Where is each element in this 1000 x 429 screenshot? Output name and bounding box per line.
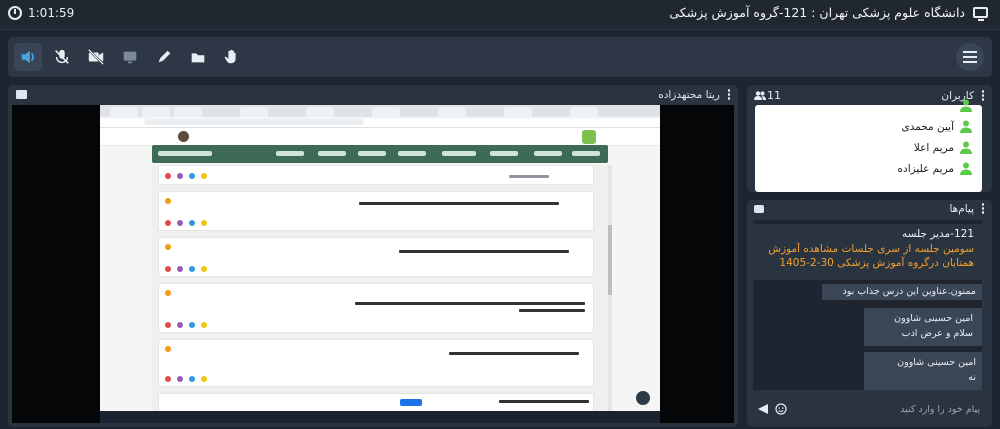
list-item[interactable] [755,95,982,116]
video-panel-header: ریتا مجتهدزاده [8,85,738,105]
video-options-icon[interactable] [726,89,732,101]
session-timer: 1:01:59 [8,6,74,20]
screen-icon [16,90,27,99]
presenter-name: ریتا مجتهدزاده [658,89,720,101]
list-item: ممنون.عناوین این درس جذاب بود [822,284,982,300]
messages-header: پیام‌ها [747,200,992,218]
monitor-icon [973,7,988,21]
message-text: نه [968,372,976,383]
speaker-icon [21,50,34,64]
avatar [178,130,189,142]
user-list: آیین محمدی مریم اعلا مریم علیزاده [755,99,982,192]
emoji-icon[interactable] [775,403,787,415]
site-header [100,127,660,146]
app-title: دانشگاه علوم پزشکی تهران : 121-گروه آموز… [669,5,965,20]
raise-hand-icon [224,49,236,64]
page-scrollbar[interactable] [608,165,612,423]
list-item: امین حسینی شاوون سلام و عرض ادب [864,308,982,346]
hamburger-icon [963,51,977,63]
chat-icon [754,205,764,213]
toolbar [8,37,992,77]
message-sender: 121-مدیر جلسه [902,228,974,240]
list-item: امین حسینی شاوون نه [864,352,982,390]
pen-icon [158,50,171,63]
message-composer [753,397,984,421]
send-icon[interactable] [757,403,769,415]
user-name: مریم علیزاده [897,162,954,175]
mic-button[interactable] [48,43,76,71]
app-title-wrap: دانشگاه علوم پزشکی تهران : 121-گروه آموز… [669,5,988,21]
list-item[interactable]: مریم علیزاده [755,158,982,179]
list-item [158,283,594,333]
messages-panel: پیام‌ها 121-مدیر جلسه سومین جلسه از سری … [747,200,992,427]
pen-button[interactable] [150,43,178,71]
online-user-icon [960,99,972,112]
shared-screen [100,105,660,423]
message-text: سومین جلسه از سری جلسات مشاهده آموزش همت… [768,243,974,269]
camera-off-icon [88,49,104,65]
browser-address-bar [100,118,660,128]
list-item [158,339,594,387]
list-item [158,237,594,277]
video-panel: ریتا مجتهدزاده [8,85,738,427]
timer-text: 1:01:59 [28,6,75,20]
site-nav-bar [152,145,608,163]
user-name: آیین محمدی [901,120,954,133]
folder-icon [191,53,205,63]
messages-options-icon[interactable] [980,203,986,215]
mic-off-icon [55,49,69,64]
video-stage [12,105,734,423]
clock-icon [8,6,22,20]
list-item: 121-مدیر جلسه سومین جلسه از سری جلسات مش… [753,224,982,280]
message-input[interactable] [793,399,980,419]
browser-tabs [100,105,660,117]
recording-indicator [636,391,650,405]
raise-hand-button[interactable] [218,43,246,71]
screen-share-button[interactable] [116,43,144,71]
camera-button[interactable] [82,43,110,71]
files-button[interactable] [184,43,212,71]
message-list: 121-مدیر جلسه سومین جلسه از سری جلسات مش… [753,220,982,390]
top-bar: 1:01:59 دانشگاه علوم پزشکی تهران : 121-گ… [0,0,1000,30]
list-item [158,191,594,231]
list-item[interactable]: آیین محمدی [755,116,982,137]
speaker-button[interactable] [14,43,42,71]
menu-button[interactable] [956,43,984,71]
list-item [158,165,594,185]
list-item[interactable]: مریم اعلا [755,137,982,158]
message-sender: امین حسینی شاوون [894,313,973,324]
os-taskbar [100,411,660,423]
message-text: سلام و عرض ادب [901,328,973,339]
message-sender: امین حسینی شاوون [897,357,976,368]
messages-title: پیام‌ها [949,203,974,215]
site-logo [582,129,596,144]
users-panel: 11 کاربران آیین محمدی مریم اعلا مریم علی… [747,85,992,192]
message-text: ممنون.عناوین این درس جذاب بود [842,286,976,297]
online-user-icon [960,162,972,175]
user-name: مریم اعلا [913,141,954,154]
screen-share-notice [322,398,426,407]
content-list [152,165,608,423]
screen-share-icon [123,51,137,64]
online-user-icon [960,141,972,154]
online-user-icon [960,120,972,133]
